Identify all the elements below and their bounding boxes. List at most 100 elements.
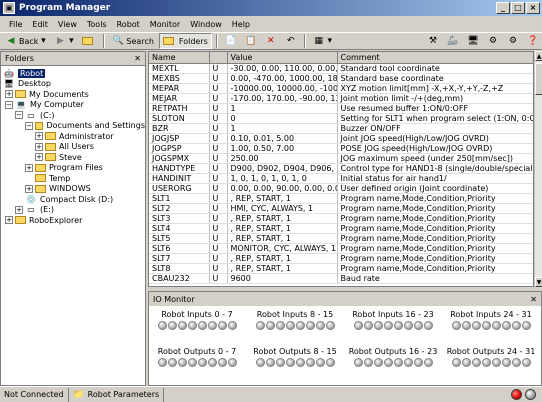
menu-edit[interactable]: Edit [27, 20, 53, 29]
column-header-scope[interactable] [209, 52, 228, 64]
expand-icon[interactable]: + [5, 90, 13, 99]
table-row[interactable]: MEXBSU0.00, -470.00, 1000.00, 180...Stan… [149, 73, 533, 84]
io-led-icon[interactable] [393, 358, 403, 367]
tree-item-documents-and-settings[interactable]: − Documents and Settings [3, 121, 145, 132]
help-button[interactable]: ❓ [524, 33, 542, 49]
copy-to-button[interactable]: 📋 [242, 33, 260, 49]
io-led-icon[interactable] [207, 358, 217, 367]
expand-icon[interactable]: + [15, 205, 23, 214]
table-row[interactable]: USERORGU0.00, 0.00, 90.00, 0.00, 0.00...… [149, 183, 533, 194]
scroll-up-arrow-icon[interactable]: ▲ [535, 51, 542, 61]
collapse-icon[interactable]: − [15, 111, 23, 120]
move-to-button[interactable]: 📄 [222, 33, 240, 49]
back-button[interactable]: ◀ Back ▾ [2, 33, 49, 49]
up-folder-button[interactable] [79, 33, 99, 49]
menu-help[interactable]: Help [227, 20, 255, 29]
expand-icon[interactable]: + [25, 163, 33, 172]
column-header-name[interactable]: Name [149, 52, 210, 64]
minimize-button[interactable]: _ [496, 2, 510, 14]
table-row[interactable]: RETPATH U 1 Use resumed buffer 1:ON/0:OFF [149, 103, 533, 114]
table-row[interactable]: SLT8 U, REP, START, 1 Program name,Mode,Co… [149, 263, 533, 274]
table-row[interactable]: SLOTON U 0 Setting for SLT1 when program se… [149, 113, 533, 124]
io-led-icon[interactable] [363, 358, 373, 367]
io-button[interactable]: ⚙ [484, 33, 502, 49]
tree-item-drive-c[interactable]: − ▭ (C:) [3, 110, 145, 121]
io-led-icon[interactable] [521, 358, 531, 367]
io-led-icon[interactable] [167, 358, 177, 367]
undo-button[interactable]: ↶ [282, 33, 300, 49]
table-row[interactable]: JOGPSP U 1.00, 0.50, 7.00 POSE JOG speed(Hi… [149, 143, 533, 154]
io-led-icon[interactable] [373, 358, 383, 367]
table-row[interactable]: SLT5 U, REP, START, 1 Program name,Mode,Co… [149, 233, 533, 244]
io-led-icon[interactable] [187, 358, 197, 367]
tree-item-administrator[interactable]: + Administrator [3, 131, 145, 142]
tree-item-robot[interactable]: 🤖 Robot [3, 68, 145, 79]
io-led-icon[interactable] [481, 358, 491, 367]
close-button[interactable]: × [526, 2, 540, 14]
forward-button[interactable]: ▶ ▾ [51, 33, 77, 49]
table-row[interactable]: SLT7 U, REP, START, 1 Program name,Mode,Co… [149, 253, 533, 264]
tree-item-my-computer[interactable]: − 💻 My Computer [3, 100, 145, 111]
folders-button[interactable]: Folders [158, 33, 212, 49]
tree-item-drive-e[interactable]: + ▭ (E:) [3, 205, 145, 216]
menu-tools[interactable]: Tools [82, 20, 112, 29]
table-row[interactable]: MEJARU-170.00, 170.00, -90.00, 135...Joi… [149, 93, 533, 104]
menu-monitor[interactable]: Monitor [145, 20, 185, 29]
table-row[interactable]: JOGSPMX U 250.00 JOG maximum speed (under 2… [149, 153, 533, 164]
io-led-icon[interactable] [325, 358, 335, 367]
io-led-icon[interactable] [295, 358, 305, 367]
tree-item-windows[interactable]: + WINDOWS [3, 184, 145, 195]
tree-item-steve[interactable]: + Steve [3, 152, 145, 163]
column-header-value[interactable]: Value [227, 52, 338, 64]
io-led-icon[interactable] [255, 358, 265, 367]
tree-item-all-users[interactable]: + All Users [3, 142, 145, 153]
io-led-icon[interactable] [227, 358, 237, 367]
menu-view[interactable]: View [53, 20, 82, 29]
io-led-icon[interactable] [285, 358, 295, 367]
collapse-icon[interactable]: − [25, 121, 33, 130]
table-row[interactable]: CBAU232 U 9600 Baud rate [149, 273, 533, 284]
views-button[interactable]: ▦ ▾ [310, 33, 336, 49]
table-row[interactable]: SLT4 U, REP, START, 1 Program name,Mode,Co… [149, 223, 533, 234]
io-led-icon[interactable] [197, 358, 207, 367]
table-row[interactable]: JOGJSP U 0.10, 0.01, 5.00 Joint JOG speed(H… [149, 133, 533, 144]
vertical-scrollbar[interactable]: ▲ ▼ [534, 51, 542, 287]
io-led-icon[interactable] [353, 358, 363, 367]
tree-item-program-files[interactable]: + Program Files [3, 163, 145, 174]
io-led-icon[interactable] [275, 358, 285, 367]
io-led-icon[interactable] [265, 358, 275, 367]
expand-icon[interactable]: + [5, 216, 13, 225]
scroll-down-arrow-icon[interactable]: ▼ [535, 277, 542, 287]
io-led-icon[interactable] [491, 358, 501, 367]
io-led-icon[interactable] [177, 358, 187, 367]
expand-icon[interactable]: + [35, 132, 43, 141]
table-row[interactable]: SLT2 U HMI, CYC, ALWAYS, 1 Program name,Mod… [149, 203, 533, 214]
io-led-icon[interactable] [217, 358, 227, 367]
expand-icon[interactable]: + [35, 153, 43, 162]
tree-item-roboexplorer[interactable]: + RoboExplorer [3, 215, 145, 226]
table-row[interactable]: HANDINIT U 1, 0, 1, 0, 1, 0, 1, 0 Initial s… [149, 173, 533, 184]
menu-window[interactable]: Window [185, 20, 227, 29]
tree-item-temp[interactable]: Temp [3, 173, 145, 184]
io-led-icon[interactable] [305, 358, 315, 367]
io-led-icon[interactable] [157, 358, 167, 367]
settings-button[interactable]: ⚙ [504, 33, 522, 49]
io-led-icon[interactable] [461, 358, 471, 367]
scroll-thumb[interactable] [535, 63, 542, 95]
io-led-icon[interactable] [315, 358, 325, 367]
table-row[interactable]: BZR U 1 Buzzer ON/OFF [149, 123, 533, 134]
robot-button[interactable]: 🦾 [444, 33, 462, 49]
close-icon[interactable]: ✕ [134, 54, 141, 63]
io-led-icon[interactable] [471, 358, 481, 367]
expand-icon[interactable]: + [25, 184, 33, 193]
tree-item-compact-disk[interactable]: 💿 Compact Disk (D:) [3, 194, 145, 205]
table-row[interactable]: SLT1 U, REP, START, 1 Program name,Mode,Co… [149, 193, 533, 204]
table-row[interactable]: MEPAR U -10000.00, 10000.00, -100... XYZ mo… [149, 83, 533, 94]
search-button[interactable]: 🔍 Search [109, 33, 156, 49]
io-led-icon[interactable] [511, 358, 521, 367]
column-header-comment[interactable]: Comment [337, 52, 533, 64]
tree-item-my-documents[interactable]: + My Documents [3, 89, 145, 100]
io-led-icon[interactable] [423, 358, 433, 367]
robot-parameters-tab[interactable]: 📁 Robot Parameters [69, 387, 165, 402]
menu-robot[interactable]: Robot [112, 20, 145, 29]
